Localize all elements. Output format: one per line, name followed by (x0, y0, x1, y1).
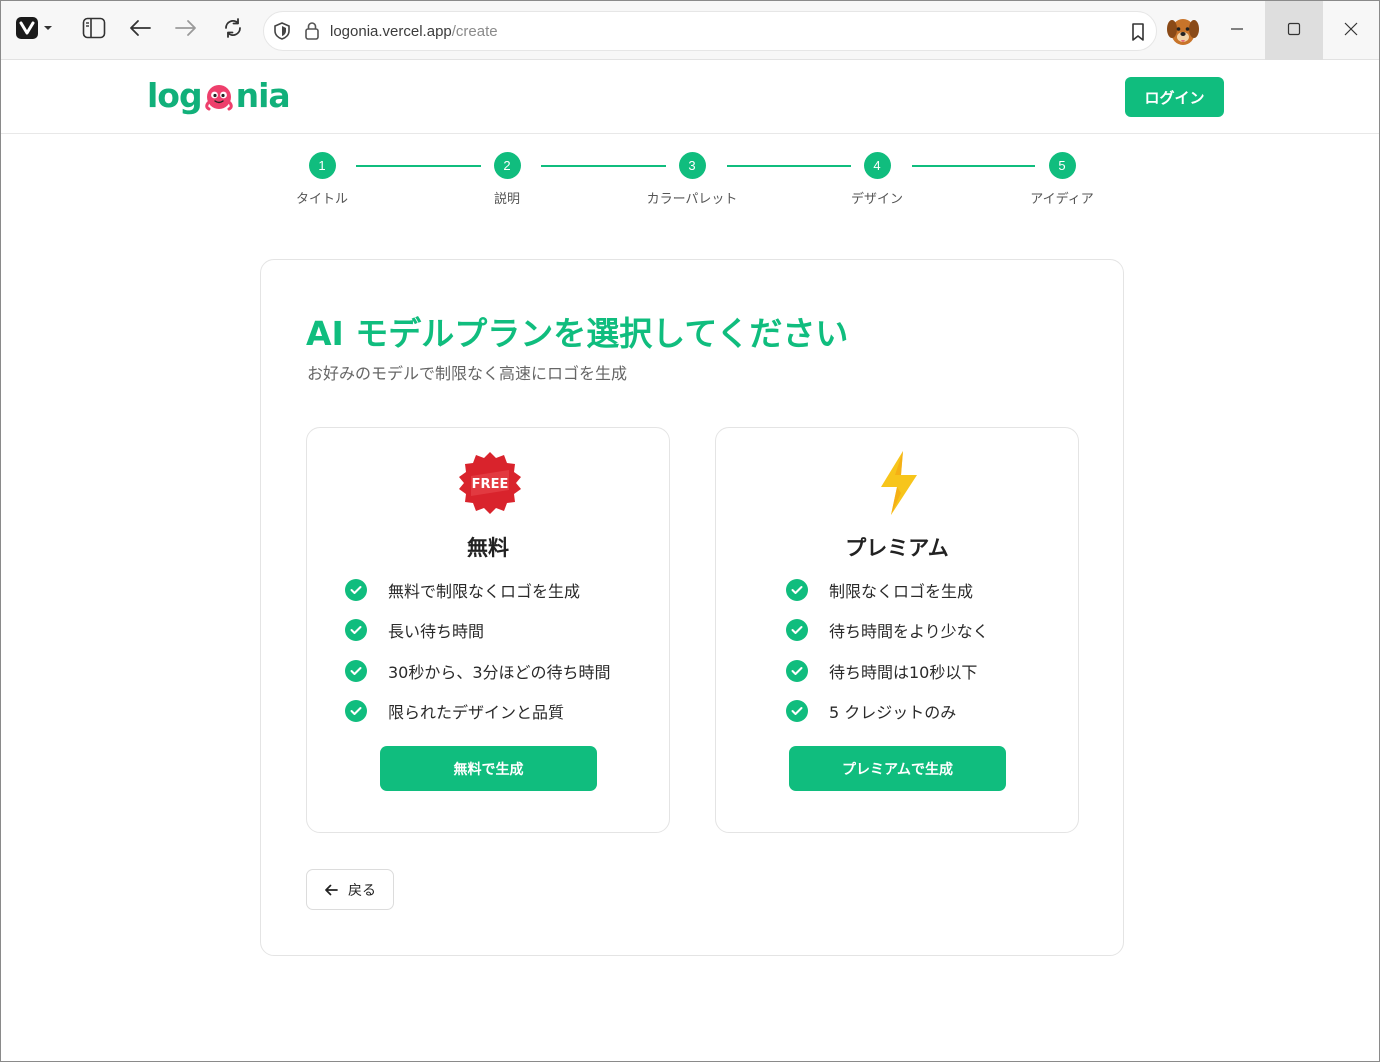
page-subtitle: お好みのモデルで制限なく高速にロゴを生成 (307, 364, 628, 383)
step-idea[interactable]: 5 アイディア (1012, 152, 1112, 207)
back-button[interactable] (123, 13, 157, 47)
plan-card-premium[interactable]: プレミアム 制限なくロゴを生成 待ち時間をより少なく 待ち時間は10秒以下 5 … (715, 427, 1079, 833)
url-text: logonia.vercel.app/create (330, 23, 498, 40)
generate-premium-button[interactable]: プレミアムで生成 (789, 746, 1006, 791)
profile-avatar[interactable] (1164, 12, 1202, 50)
maximize-button[interactable] (1265, 1, 1323, 60)
bookmark-icon[interactable] (1130, 22, 1146, 46)
step-label: カラーパレット (646, 192, 738, 207)
step-label: タイトル (295, 192, 348, 207)
step-number: 3 (678, 152, 706, 179)
logo-text-right: nia (235, 75, 291, 115)
reload-button[interactable] (216, 13, 250, 47)
generate-free-button[interactable]: 無料で生成 (380, 746, 597, 791)
check-icon (786, 700, 808, 722)
close-window-button[interactable] (1322, 1, 1380, 60)
feature-item: 制限なくロゴを生成 (786, 578, 973, 602)
close-icon (1344, 21, 1358, 40)
feature-text: 制限なくロゴを生成 (829, 582, 974, 601)
check-icon (345, 660, 367, 682)
vivaldi-icon (14, 17, 54, 43)
step-label: 説明 (493, 192, 520, 207)
feature-item: 無料で制限なくロゴを生成 (345, 578, 580, 602)
browser-toolbar: logonia.vercel.app/create (1, 1, 1379, 60)
back-label: 戻る (348, 882, 376, 899)
feature-text: 無料で制限なくロゴを生成 (388, 582, 581, 601)
forward-icon (174, 18, 198, 42)
step-design[interactable]: 4 デザイン (827, 152, 927, 207)
feature-item: 限られたデザインと品質 (345, 699, 564, 723)
step-description[interactable]: 2 説明 (457, 152, 557, 207)
logo[interactable]: log nia (147, 75, 291, 115)
plan-card-free[interactable]: FREE 無料 無料で制限なくロゴを生成 長い待ち時間 30秒から、3分ほどの待… (306, 427, 670, 833)
step-color-palette[interactable]: 3 カラーパレット (642, 152, 742, 207)
check-icon (345, 700, 367, 722)
vivaldi-menu-button[interactable] (9, 13, 59, 47)
step-number: 2 (493, 152, 521, 179)
url-path: /create (451, 23, 498, 40)
step-label: デザイン (850, 192, 903, 207)
sidebar-icon (82, 17, 106, 43)
feature-item: 待ち時間をより少なく (786, 618, 989, 642)
site-header: log nia ログイン (1, 61, 1379, 134)
lightning-icon (866, 448, 932, 518)
feature-text: 5 クレジットのみ (829, 703, 957, 722)
back-icon (128, 18, 152, 42)
browser-window: logonia.vercel.app/create log nia ログイン 1… (0, 0, 1380, 1062)
logo-text-left: log (147, 75, 203, 115)
check-icon (786, 619, 808, 641)
url-host: logonia.vercel.app (330, 23, 452, 40)
feature-text: 30秒から、3分ほどの待ち時間 (388, 663, 611, 682)
plan-name: 無料 (467, 536, 509, 560)
check-icon (786, 579, 808, 601)
feature-item: 5 クレジットのみ (786, 699, 956, 723)
lock-icon (304, 21, 320, 45)
login-button[interactable]: ログイン (1125, 77, 1224, 117)
maximize-icon (1287, 21, 1301, 40)
feature-text: 待ち時間をより少なく (829, 622, 989, 641)
arrow-left-icon (324, 884, 338, 896)
feature-text: 限られたデザインと品質 (388, 703, 565, 722)
feature-item: 長い待ち時間 (345, 618, 484, 642)
feature-text: 待ち時間は10秒以下 (829, 663, 978, 682)
feature-item: 30秒から、3分ほどの待ち時間 (345, 659, 611, 683)
feature-item: 待ち時間は10秒以下 (786, 659, 977, 683)
shield-icon[interactable] (272, 21, 292, 45)
address-bar[interactable]: logonia.vercel.app/create (263, 11, 1157, 51)
feature-text: 長い待ち時間 (388, 622, 485, 641)
check-icon (345, 579, 367, 601)
mascot-icon (203, 81, 235, 113)
plan-name: プレミアム (845, 536, 949, 560)
reload-icon (222, 17, 244, 43)
free-badge-text: FREE (472, 477, 509, 492)
step-number: 5 (1048, 152, 1076, 179)
plan-selection-card: AI モデルプランを選択してください お好みのモデルで制限なく高速にロゴを生成 … (260, 259, 1124, 956)
check-icon (345, 619, 367, 641)
page-title: AI モデルプランを選択してください (306, 314, 849, 353)
step-title[interactable]: 1 タイトル (272, 152, 372, 207)
back-step-button[interactable]: 戻る (306, 869, 394, 910)
step-number: 4 (863, 152, 891, 179)
check-icon (786, 660, 808, 682)
minimize-icon (1230, 21, 1244, 40)
sidebar-toggle-button[interactable] (77, 13, 111, 47)
minimize-button[interactable] (1208, 1, 1266, 60)
step-number: 1 (308, 152, 336, 179)
forward-button[interactable] (169, 13, 203, 47)
step-label: アイディア (1030, 192, 1094, 207)
free-badge-icon: FREE (457, 448, 523, 518)
